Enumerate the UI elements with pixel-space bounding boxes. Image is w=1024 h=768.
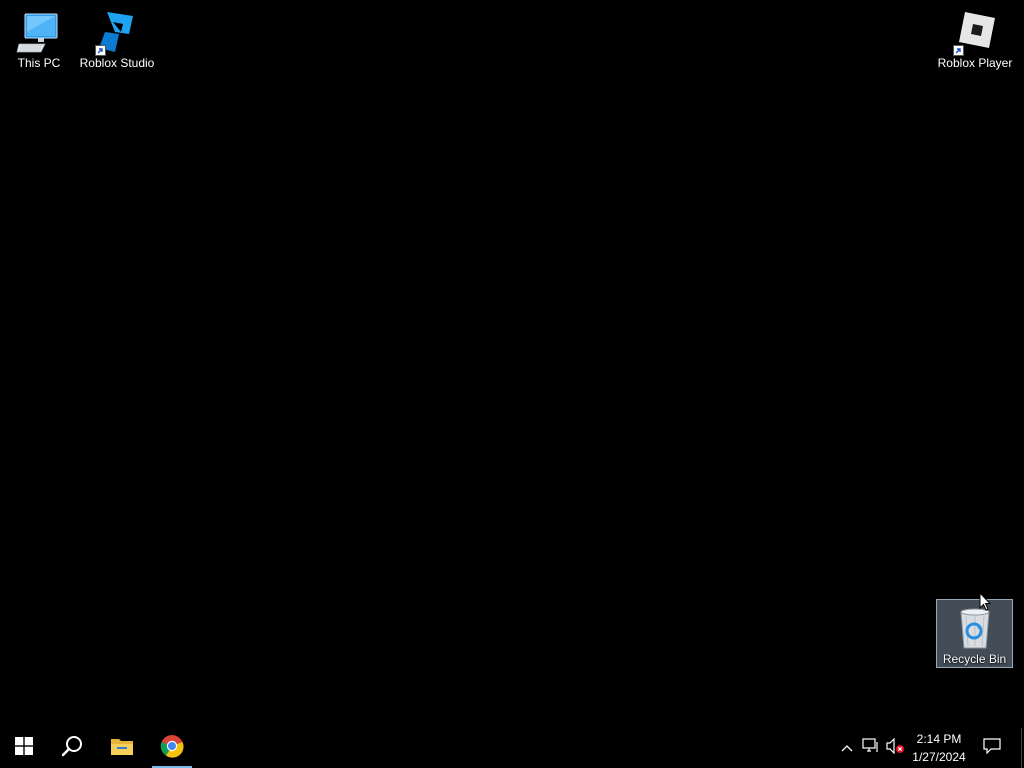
desktop-icon-label: Roblox Player	[937, 56, 1013, 70]
chevron-up-icon	[841, 739, 853, 757]
folder-icon	[110, 736, 134, 761]
roblox-studio-icon	[93, 8, 141, 56]
volume-muted-icon	[885, 737, 905, 759]
desktop-icon-roblox-player[interactable]: Roblox Player	[937, 4, 1013, 72]
taskbar: 2:14 PM 1/27/2024	[0, 728, 1024, 768]
mouse-cursor-icon	[979, 591, 992, 617]
desktop[interactable]: This PC Roblox Studio Roblox Player Recy…	[0, 0, 1024, 728]
desktop-icon-recycle-bin[interactable]: Recycle Bin	[936, 599, 1013, 668]
show-desktop-divider	[1020, 728, 1022, 768]
clock[interactable]: 2:14 PM 1/27/2024	[904, 728, 974, 768]
clock-date: 1/27/2024	[912, 750, 966, 764]
desktop-icon-label: This PC	[17, 56, 61, 70]
roblox-player-icon	[951, 8, 999, 56]
search-button[interactable]	[48, 728, 96, 768]
file-explorer-button[interactable]	[98, 728, 146, 768]
notification-icon	[983, 737, 1001, 759]
chrome-button[interactable]	[152, 728, 192, 768]
desktop-icon-roblox-studio[interactable]: Roblox Studio	[79, 4, 155, 72]
desktop-icon-this-pc[interactable]: This PC	[1, 4, 77, 72]
desktop-icon-label: Recycle Bin	[942, 652, 1007, 666]
show-hidden-icons-button[interactable]	[838, 728, 856, 768]
recycle-bin-icon	[951, 604, 999, 652]
action-center-button[interactable]	[978, 728, 1006, 768]
start-button[interactable]	[0, 728, 48, 768]
network-icon	[862, 737, 880, 759]
shortcut-arrow-icon	[95, 45, 106, 56]
clock-time: 2:14 PM	[916, 732, 962, 746]
computer-icon	[15, 8, 63, 56]
chrome-icon	[160, 734, 184, 763]
windows-logo-icon	[15, 736, 33, 760]
desktop-icon-label: Roblox Studio	[79, 56, 155, 70]
search-icon	[61, 735, 83, 762]
show-desktop-button[interactable]	[1018, 728, 1024, 768]
shortcut-arrow-icon	[953, 45, 964, 56]
network-button[interactable]	[860, 728, 882, 768]
volume-button[interactable]	[884, 728, 906, 768]
